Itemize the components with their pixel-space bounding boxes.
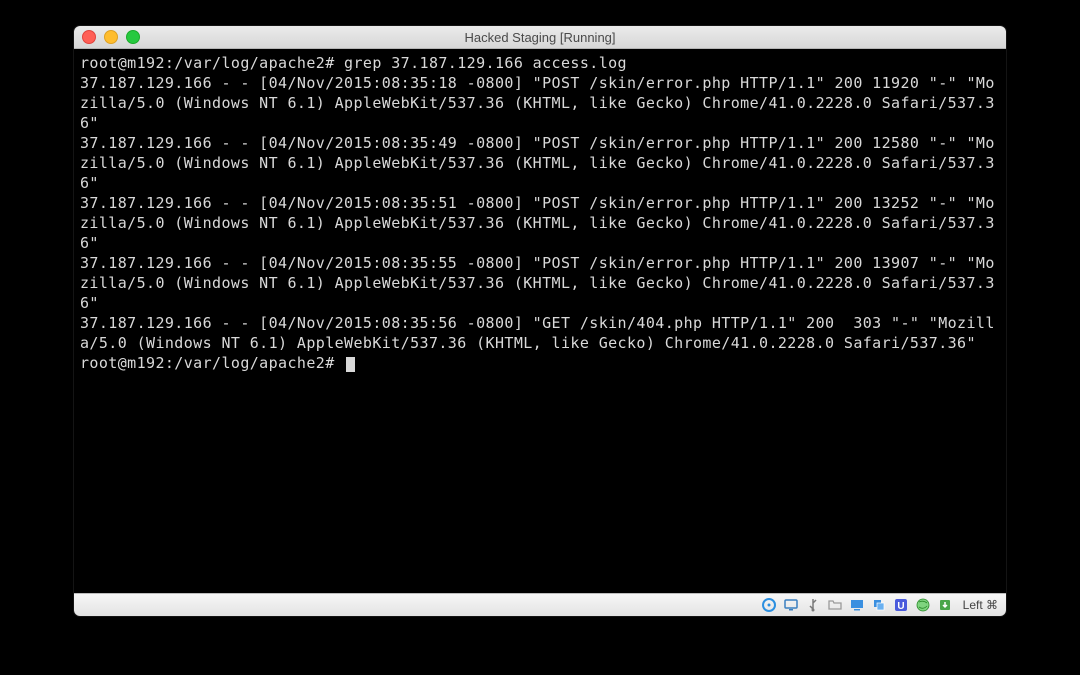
network-icon[interactable]	[783, 597, 799, 613]
host-key-label: Left ⌘	[963, 598, 998, 612]
terminal[interactable]: root@m192:/var/log/apache2# grep 37.187.…	[74, 49, 1006, 597]
terminal-prompt: root@m192:/var/log/apache2#	[80, 354, 344, 372]
globe-icon[interactable]	[915, 597, 931, 613]
recording-icon[interactable]: U	[893, 597, 909, 613]
display-icon[interactable]	[849, 597, 865, 613]
shared-clipboard-icon[interactable]	[871, 597, 887, 613]
terminal-line: 37.187.129.166 - - [04/Nov/2015:08:35:49…	[80, 134, 995, 192]
window-title: Hacked Staging [Running]	[74, 30, 1006, 45]
vm-window: Hacked Staging [Running] root@m192:/var/…	[74, 26, 1006, 616]
traffic-lights	[82, 30, 140, 44]
terminal-line: 37.187.129.166 - - [04/Nov/2015:08:35:51…	[80, 194, 995, 252]
folder-icon[interactable]	[827, 597, 843, 613]
terminal-line: 37.187.129.166 - - [04/Nov/2015:08:35:56…	[80, 314, 995, 352]
close-button[interactable]	[82, 30, 96, 44]
zoom-button[interactable]	[126, 30, 140, 44]
terminal-line: 37.187.129.166 - - [04/Nov/2015:08:35:18…	[80, 74, 995, 132]
usb-icon[interactable]	[805, 597, 821, 613]
terminal-line: 37.187.129.166 - - [04/Nov/2015:08:35:55…	[80, 254, 995, 312]
cursor-icon	[346, 357, 355, 372]
download-icon[interactable]	[937, 597, 953, 613]
svg-text:U: U	[897, 601, 904, 612]
disk-icon[interactable]	[761, 597, 777, 613]
status-bar: U Left ⌘	[74, 593, 1006, 616]
terminal-line: root@m192:/var/log/apache2# grep 37.187.…	[80, 54, 627, 72]
titlebar[interactable]: Hacked Staging [Running]	[74, 26, 1006, 49]
minimize-button[interactable]	[104, 30, 118, 44]
